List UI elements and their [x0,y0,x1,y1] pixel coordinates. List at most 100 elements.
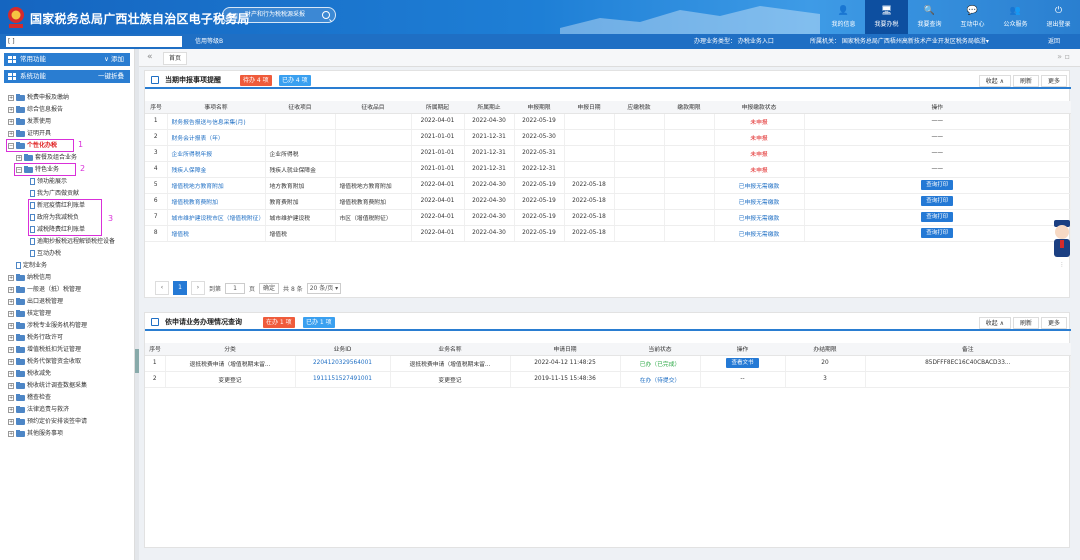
expand-icon[interactable]: + [8,94,14,101]
business-type-select[interactable]: 办理业务类型： 办税业务入口 [694,34,774,49]
item-name-link[interactable]: 财务会计报表（年） [172,136,224,142]
expand-icon[interactable]: + [8,130,14,137]
tree-item[interactable]: + 税务代保管资金收取 [8,356,81,367]
item-name-link[interactable]: 财务报告报送与信息采集(月) [172,120,246,126]
query-print-button[interactable]: 查询打印 [921,180,954,190]
item-name-link[interactable]: 残疾人保障金 [172,168,207,174]
tree-item[interactable]: + 发票使用 [8,116,51,127]
tree-item[interactable]: 定制业务 [16,260,47,271]
done-badge[interactable]: 已办 1 项 [303,317,335,328]
panel-header: 依申请业务办理情况查询 在办 1 项 已办 1 项 收起 ∧ 刷新 更多 [145,313,1071,331]
search-icon[interactable] [322,11,330,19]
nav-my-info[interactable]: 👤 我的信息 [822,0,865,34]
return-button[interactable]: 返回 [1048,34,1060,49]
collapse-button[interactable]: 收起 ∧ [978,75,1011,87]
item-name-link[interactable]: 企业所得税年报 [172,152,213,158]
page-number-input[interactable]: 1 [225,282,246,294]
tree-item[interactable]: + 综合信息报告 [8,104,63,115]
tree-item[interactable]: + 其他服务事项 [8,428,63,439]
expand-icon[interactable]: + [8,406,14,413]
item-name-link[interactable]: 城市维护建设税市区（增值税附征） [172,216,265,222]
expand-icon[interactable]: + [8,322,14,329]
tree-item[interactable]: + 证明开具 [8,128,51,139]
expand-icon[interactable]: + [8,346,14,353]
tabs-scroll-left-icon[interactable]: « [147,52,153,62]
expand-icon[interactable]: + [8,298,14,305]
expand-icon[interactable]: + [8,118,14,125]
refresh-button[interactable]: 刷新 [1012,317,1039,329]
expand-icon[interactable]: + [8,286,14,293]
expand-icon[interactable]: + [8,394,14,401]
expand-icon[interactable]: + [8,106,14,113]
expand-icon[interactable]: + [8,370,14,377]
nav-query[interactable]: 🔍 我要查询 [908,0,951,34]
tree-item[interactable]: + 稽查检查 [8,392,51,403]
query-print-button[interactable]: 查询打印 [921,212,954,222]
business-id-link[interactable]: 2204120329564001 [313,360,372,366]
splitter-handle[interactable] [135,349,139,373]
tree-item[interactable]: + 纳税信用 [8,272,51,283]
expand-icon[interactable]: + [16,154,22,161]
tabs-scroll-right-icon[interactable]: » ▫ [1057,52,1070,61]
page-1-button[interactable]: 1 [173,281,187,295]
expand-icon[interactable]: + [8,418,14,425]
page-size-select[interactable]: 20 条/页 ▾ [306,282,342,294]
next-page-button[interactable]: › [191,281,205,295]
add-common-button[interactable]: ∨ 添加 [104,53,124,66]
system-functions-header[interactable]: 系统功能 一键折叠 [4,70,130,83]
tab-home[interactable]: 首页 [163,52,188,65]
tree-item[interactable]: + 增值税抵扣凭证管理 [8,344,81,355]
confirm-page-button[interactable]: 确定 [259,282,280,294]
tree-item[interactable]: + 出口退税管理 [8,296,63,307]
search-input[interactable]: 搜索： 财产和行为税税源采报 [222,7,336,23]
tree-item[interactable]: + 税收统计调查数据采集 [8,380,87,391]
item-name-link[interactable]: 增值税教育费附加 [172,200,218,206]
item-name-link[interactable]: 增值税地方教育附加 [172,184,224,190]
expand-icon[interactable]: + [8,430,14,437]
table-cell: 2022-05-31 [514,145,565,162]
tree-item[interactable]: 逾期抄报税远程解锁税控设备 [30,236,115,247]
tree-item[interactable]: + 涉税专业服务机构管理 [8,320,87,331]
tree-item[interactable]: 我为广西做贡献 [30,188,79,199]
expand-icon[interactable]: + [8,382,14,389]
more-button[interactable]: 更多 [1040,75,1067,87]
done-badge[interactable]: 已办 4 项 [279,75,311,86]
nav-logout[interactable]: ⏻ 退出登录 [1037,0,1080,34]
common-functions-header[interactable]: 常用功能 ∨ 添加 [4,53,130,66]
tax-office-select[interactable]: 所属机关： 国家税务总局广西梧州高新技术产业开发区税务局临澄▾ [810,34,989,49]
tree-item[interactable]: + 套餐及组合业务 [16,152,77,163]
table-cell: 2022-04-30 [464,177,515,194]
tree-item[interactable]: + 核定管理 [8,308,51,319]
tree-item[interactable]: 互动办税 [30,248,61,259]
todo-badge[interactable]: 待办 4 项 [240,75,272,86]
expand-icon[interactable]: + [8,310,14,317]
query-print-button[interactable]: 查询打印 [921,228,954,238]
expand-icon[interactable]: + [8,358,14,365]
tree-item[interactable]: + 预约定价安排谈签申请 [8,416,87,427]
tree-item[interactable]: + 税费申报及缴纳 [8,92,69,103]
view-document-button[interactable]: 查看文书 [726,358,759,368]
tree-item[interactable]: + 税务行政许可 [8,332,63,343]
assistant-avatar-icon[interactable]: ⋮ [1050,218,1074,270]
nav-do-tax[interactable]: 🖥 我要办税 [865,0,908,34]
tree-item[interactable]: + 法律追责与救济 [8,404,69,415]
expand-icon[interactable]: + [8,274,14,281]
in-progress-badge[interactable]: 在办 1 项 [263,317,295,328]
query-print-button[interactable]: 查询打印 [921,196,954,206]
sidebar-splitter[interactable] [135,49,139,560]
collapse-button[interactable]: 收起 ∧ [978,317,1011,329]
nav-interaction[interactable]: 💬 互动中心 [951,0,994,34]
item-name-link[interactable]: 增值税 [172,232,189,238]
cell-value: 已申报无需缴款 [738,215,780,222]
more-button[interactable]: 更多 [1040,317,1067,329]
tree-item[interactable]: + 税收减免 [8,368,51,379]
tree-item[interactable]: + 一般退（抵）税管理 [8,284,81,295]
business-id-link[interactable]: 1911151527491001 [313,376,372,382]
nav-public-service[interactable]: 👥 公众服务 [994,0,1037,34]
collapse-all-button[interactable]: 一键折叠 [98,70,124,83]
refresh-button[interactable]: 刷新 [1012,75,1039,87]
expand-icon[interactable]: + [8,334,14,341]
prev-page-button[interactable]: ‹ [155,281,169,295]
tree-item[interactable]: 领功能展示 [30,176,67,187]
column-header: 序号 [145,101,167,114]
